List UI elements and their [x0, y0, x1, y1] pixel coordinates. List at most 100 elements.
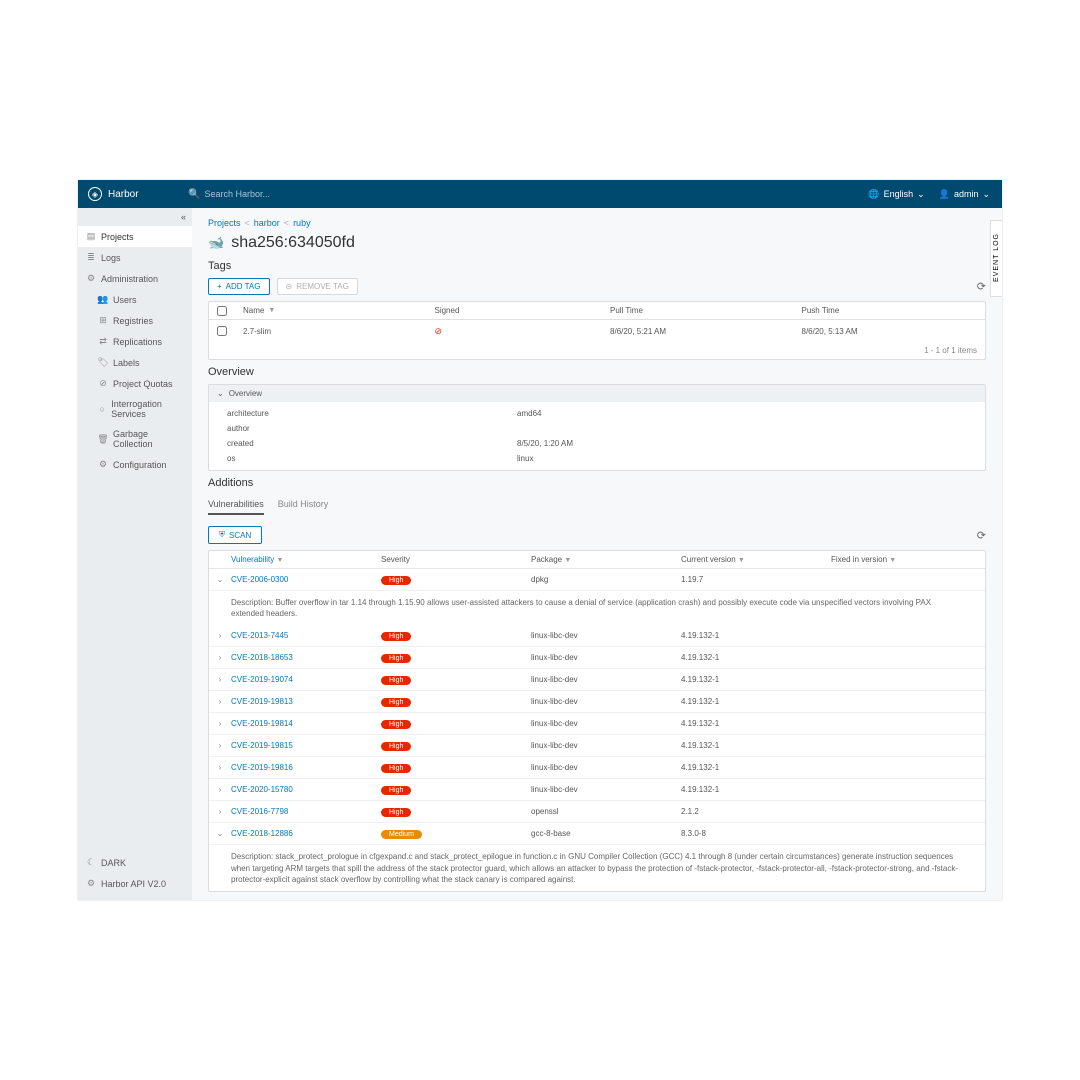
cve-link[interactable]: CVE-2019-19814: [231, 719, 293, 728]
breadcrumb-harbor[interactable]: harbor: [254, 218, 280, 228]
api-link[interactable]: ⚙Harbor API V2.0: [78, 873, 192, 894]
remove-tag-button[interactable]: ⊝REMOVE TAG: [277, 278, 358, 295]
cve-link[interactable]: CVE-2020-15780: [231, 785, 293, 794]
severity-badge: High: [381, 720, 411, 729]
overview-label: created: [227, 439, 517, 448]
expand-row-button[interactable]: ⌄: [209, 575, 231, 584]
admin-icon: ⚙: [86, 273, 96, 284]
overview-label: architecture: [227, 409, 517, 418]
tag-actions: +ADD TAG ⊝REMOVE TAG ⟳: [208, 278, 986, 295]
expand-row-button[interactable]: ›: [209, 675, 231, 684]
tab-build-history[interactable]: Build History: [278, 495, 329, 515]
expand-row-button[interactable]: ›: [209, 763, 231, 772]
search-input[interactable]: [204, 189, 404, 199]
tags-table: Name▼ Signed Pull Time Push Time 2.7-sli…: [208, 301, 986, 360]
cve-link[interactable]: CVE-2006-0300: [231, 575, 288, 584]
nav-label: Interrogation Services: [111, 399, 184, 419]
row-checkbox[interactable]: [217, 326, 227, 336]
breadcrumb-projects[interactable]: Projects: [208, 218, 241, 228]
vulnerabilities-table: Vulnerability ▼ Severity Package ▼ Curre…: [208, 550, 986, 892]
package-name: dpkg: [531, 575, 681, 584]
expand-row-button[interactable]: ›: [209, 807, 231, 816]
overview-row: author: [209, 421, 985, 436]
vuln-row: › CVE-2019-19814 High linux-libc-dev 4.1…: [209, 713, 985, 735]
filter-icon[interactable]: ▼: [889, 557, 896, 564]
vuln-row: › CVE-2019-19815 High linux-libc-dev 4.1…: [209, 735, 985, 757]
logs-icon: ≣: [86, 252, 96, 263]
severity-badge: High: [381, 632, 411, 641]
refresh-tags-button[interactable]: ⟳: [977, 280, 986, 293]
expand-row-button[interactable]: ›: [209, 653, 231, 662]
th-package: Package: [531, 555, 562, 564]
sidebar-item-interrogation[interactable]: ○Interrogation Services: [78, 394, 192, 424]
overview-header[interactable]: ⌄Overview: [209, 385, 985, 402]
user-label: admin: [954, 189, 979, 199]
cve-link[interactable]: CVE-2019-19813: [231, 697, 293, 706]
sidebar-item-registries[interactable]: ⊞Registries: [78, 310, 192, 331]
sidebar-item-labels[interactable]: 🏷Labels: [78, 352, 192, 373]
select-all-checkbox[interactable]: [217, 306, 227, 316]
current-version: 4.19.132-1: [681, 675, 831, 684]
overview-value: 8/5/20, 1:20 AM: [517, 439, 573, 448]
breadcrumb-ruby[interactable]: ruby: [293, 218, 311, 228]
current-version: 4.19.132-1: [681, 741, 831, 750]
cve-link[interactable]: CVE-2019-19074: [231, 675, 293, 684]
add-tag-button[interactable]: +ADD TAG: [208, 278, 270, 295]
brand-area[interactable]: ◈ Harbor: [78, 187, 178, 201]
overview-row: architectureamd64: [209, 406, 985, 421]
th-signed: Signed: [426, 306, 602, 315]
breadcrumb-sep: <: [245, 218, 250, 228]
cve-link[interactable]: CVE-2016-7798: [231, 807, 288, 816]
event-log-tab[interactable]: EVENT LOG: [990, 220, 1002, 297]
overview-value: linux: [517, 454, 533, 463]
sidebar-collapse-button[interactable]: «: [78, 208, 192, 226]
nav-label: Projects: [101, 232, 134, 242]
sidebar-item-quotas[interactable]: ⊘Project Quotas: [78, 373, 192, 394]
chevron-down-icon: ⌄: [982, 189, 990, 200]
sidebar-item-replications[interactable]: ⇄Replications: [78, 331, 192, 352]
overview-label: os: [227, 454, 517, 463]
expand-row-button[interactable]: ⌄: [209, 829, 231, 838]
dark-mode-toggle[interactable]: ☾DARK: [78, 852, 192, 873]
app-body: « ▤Projects ≣Logs ⚙Administration 👥 Users…: [78, 208, 1002, 900]
docker-whale-icon: 🐋: [208, 235, 224, 251]
user-menu[interactable]: 👤 admin ⌄: [939, 189, 990, 200]
severity-badge: High: [381, 764, 411, 773]
nav-label: Users: [113, 295, 137, 305]
table-row[interactable]: 2.7-slim ⊘ 8/6/20, 5:21 AM 8/6/20, 5:13 …: [209, 320, 985, 342]
expand-row-button[interactable]: ›: [209, 719, 231, 728]
expand-row-button[interactable]: ›: [209, 741, 231, 750]
current-version: 2.1.2: [681, 807, 831, 816]
scan-button[interactable]: ⛨SCAN: [208, 526, 262, 544]
tab-vulnerabilities[interactable]: Vulnerabilities: [208, 495, 264, 515]
cve-link[interactable]: CVE-2019-19816: [231, 763, 293, 772]
expand-row-button[interactable]: ›: [209, 697, 231, 706]
cve-link[interactable]: CVE-2013-7445: [231, 631, 288, 640]
unsigned-icon: ⊘: [434, 326, 442, 337]
severity-badge: High: [381, 676, 411, 685]
refresh-vulns-button[interactable]: ⟳: [977, 529, 986, 542]
cve-link[interactable]: CVE-2018-12886: [231, 829, 293, 838]
filter-icon[interactable]: ▼: [738, 557, 745, 564]
filter-icon[interactable]: ▼: [564, 557, 571, 564]
sidebar-item-users[interactable]: 👥 Users: [78, 289, 192, 310]
sidebar-item-garbage[interactable]: 🗑Garbage Collection: [78, 424, 192, 454]
expand-row-button[interactable]: ›: [209, 631, 231, 640]
cve-link[interactable]: CVE-2019-19815: [231, 741, 293, 750]
vuln-row: › CVE-2013-7445 High linux-libc-dev 4.19…: [209, 625, 985, 647]
sidebar-item-configuration[interactable]: ⚙Configuration: [78, 454, 192, 475]
users-icon: 👥: [98, 294, 108, 305]
language-selector[interactable]: 🌐 English ⌄: [868, 189, 924, 200]
filter-icon[interactable]: ▼: [268, 307, 275, 314]
filter-icon[interactable]: ▼: [277, 557, 284, 564]
global-search[interactable]: 🔍: [178, 189, 868, 200]
sidebar-item-administration[interactable]: ⚙Administration: [78, 268, 192, 289]
expand-row-button[interactable]: ›: [209, 785, 231, 794]
sidebar-item-logs[interactable]: ≣Logs: [78, 247, 192, 268]
collapse-icon: «: [181, 212, 186, 222]
page-title-text: sha256:634050fd: [231, 234, 355, 252]
registries-icon: ⊞: [98, 315, 108, 326]
severity-badge: High: [381, 576, 411, 585]
cve-link[interactable]: CVE-2018-18653: [231, 653, 293, 662]
sidebar-item-projects[interactable]: ▤Projects: [78, 226, 192, 247]
